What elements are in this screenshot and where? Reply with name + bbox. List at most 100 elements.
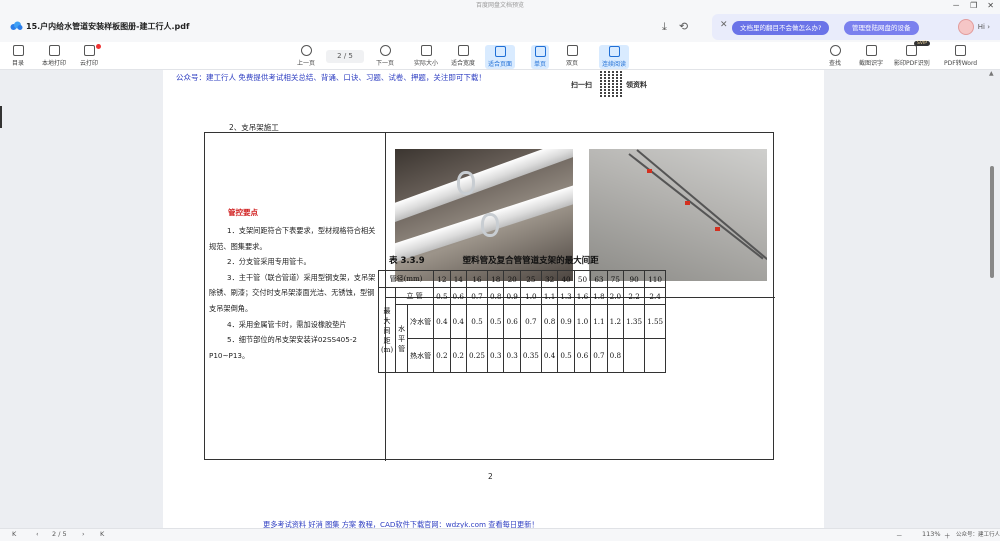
continuous-read-icon xyxy=(608,46,620,57)
file-bar: 15.户内给水管道安装样板图册-建工行人.pdf ⤓ ⟲ ✕ 文档里的翻目不会做… xyxy=(0,12,1000,42)
value-cell: 1.1 xyxy=(540,287,559,305)
next-page-small-button[interactable]: › xyxy=(82,530,85,538)
pdf-to-word-button[interactable]: PDF转Word xyxy=(944,45,977,67)
value-cell: 1.0 xyxy=(519,287,542,305)
fit-page-button[interactable]: 适合页面 xyxy=(485,45,516,69)
value-cell: 0.4 xyxy=(449,304,467,339)
horizontal-label-cell: 水平管 xyxy=(395,304,409,373)
value-cell: 0.4 xyxy=(540,338,559,373)
share-icon[interactable]: ⟲ xyxy=(679,20,688,34)
assistant-button[interactable]: Hi › xyxy=(957,19,990,35)
assistant-label: Hi › xyxy=(977,23,990,31)
clamp-shape xyxy=(481,213,499,237)
value-cell: 0.8 xyxy=(606,338,625,373)
fit-width-label: 适合宽度 xyxy=(451,60,476,67)
actual-size-label: 实际大小 xyxy=(414,60,439,67)
actual-size-button[interactable]: 实际大小 xyxy=(414,45,438,67)
page-indicator[interactable]: 2 / 5 xyxy=(326,50,364,63)
next-page-button[interactable]: 下一页 xyxy=(376,45,394,67)
red-band xyxy=(715,227,720,231)
local-print-button[interactable]: 本地打印 xyxy=(42,45,66,67)
local-print-label: 本地打印 xyxy=(42,60,67,67)
value-cell: 0.9 xyxy=(503,287,521,305)
toc-label: 目录 xyxy=(12,60,25,67)
cloud-print-label: 云打印 xyxy=(80,60,99,67)
ocr-button[interactable]: 截图识字 xyxy=(859,45,883,67)
status-page-indicator[interactable]: 2 / 5 xyxy=(52,530,67,538)
promo-pill-help[interactable]: 文档里的翻目不会做怎么办? xyxy=(732,21,830,35)
scroll-thumb[interactable] xyxy=(990,166,994,278)
value-cell: 0.2 xyxy=(449,338,467,373)
value-cell: 2.0 xyxy=(606,287,625,305)
diameter-cell: 40 xyxy=(557,270,575,288)
download-icon[interactable]: ⤓ xyxy=(662,20,667,34)
value-cell: 0.35 xyxy=(519,338,542,373)
left-rail xyxy=(0,70,10,528)
fit-page-icon xyxy=(494,46,506,57)
value-cell: 0.5 xyxy=(557,338,575,373)
value-cell: 1.35 xyxy=(623,304,646,339)
cloud-print-button[interactable]: 云打印 xyxy=(80,45,98,67)
printer-icon xyxy=(48,45,60,56)
fit-width-button[interactable]: 适合宽度 xyxy=(451,45,475,67)
value-cell: 0.7 xyxy=(519,304,542,339)
toolbar: 目录 本地打印 云打印 上一页 2 / 5 下一页 实际大小 适合宽度 适合页面… xyxy=(0,41,1000,70)
value-cell xyxy=(623,338,646,373)
svip-badge: SVIP xyxy=(914,41,930,46)
zoom-in-button[interactable]: ＋ xyxy=(944,530,951,540)
close-button[interactable]: ✕ xyxy=(987,0,994,12)
prev-page-button[interactable]: 上一页 xyxy=(297,45,315,67)
window-controls: － ❐ ✕ xyxy=(952,0,994,12)
double-page-label: 双页 xyxy=(566,60,579,67)
row-label-cell: 冷水管 xyxy=(407,304,435,339)
zoom-out-button[interactable]: － xyxy=(896,530,903,540)
pdf-scan-button[interactable]: 影印PDF识别 xyxy=(894,45,930,67)
file-title: 15.户内给水管道安装样板图册-建工行人.pdf xyxy=(26,22,190,31)
search-icon xyxy=(829,45,841,56)
diameter-cell: 75 xyxy=(606,270,625,288)
last-page-button[interactable]: K xyxy=(100,530,104,538)
double-page-button[interactable]: 双页 xyxy=(566,45,578,67)
toc-button[interactable]: 目录 xyxy=(12,45,24,67)
scroll-up-icon[interactable]: ▲ xyxy=(989,70,994,77)
value-cell: 0.6 xyxy=(573,338,592,373)
diameter-cell: 63 xyxy=(590,270,608,288)
search-button[interactable]: 查找 xyxy=(829,45,841,67)
header-cell: 管径(mm) xyxy=(377,270,435,288)
promo-close-icon[interactable]: ✕ xyxy=(720,20,728,30)
ceiling-hanger-photo xyxy=(589,149,767,281)
vertical-scrollbar[interactable]: ▲ xyxy=(988,70,996,528)
value-cell: 1.55 xyxy=(644,304,667,339)
value-cell: 0.7 xyxy=(465,287,489,305)
prev-label: 上一页 xyxy=(297,60,316,67)
minimize-button[interactable]: － xyxy=(952,0,960,12)
value-cell: 1.2 xyxy=(606,304,625,339)
watermark-text: 公众号：建工行人 xyxy=(956,532,1000,538)
toc-icon xyxy=(12,45,24,56)
single-page-button[interactable]: 单页 xyxy=(531,45,550,69)
file-actions: ⤓ ⟲ xyxy=(662,20,688,34)
continuous-read-button[interactable]: 连续阅读 xyxy=(599,45,630,69)
assistant-avatar xyxy=(957,19,974,35)
row-label-cell: 立 管 xyxy=(395,287,435,305)
promo-pill-devices[interactable]: 管理登陆网盘的设备 xyxy=(844,21,919,35)
maximize-button[interactable]: ❐ xyxy=(970,0,977,12)
value-cell: 2.2 xyxy=(623,287,646,305)
header-notice: 公众号：建工行人 免费提供考试相关总结、背诵、口诀、习题、试卷、押题，关注即可下… xyxy=(176,73,486,82)
first-page-button[interactable]: K xyxy=(12,530,16,538)
ocr-icon xyxy=(865,45,877,56)
table-caption-number: 表 3.3.9 xyxy=(389,256,425,266)
value-cell: 0.4 xyxy=(433,304,451,339)
diameter-cell: 12 xyxy=(433,270,451,288)
key-point-2: 2．分支管采用专用管卡。 xyxy=(227,257,311,267)
diameter-cell: 20 xyxy=(503,270,521,288)
value-cell: 0.3 xyxy=(503,338,521,373)
diameter-cell: 90 xyxy=(623,270,646,288)
red-band xyxy=(647,169,652,173)
value-cell: 0.9 xyxy=(557,304,575,339)
zoom-level: 113% xyxy=(922,530,941,538)
value-cell: 1.8 xyxy=(590,287,608,305)
value-cell: 0.5 xyxy=(465,304,489,339)
key-point-4: 4．采用金属管卡时，需加设橡胶垫片 xyxy=(227,319,347,329)
prev-page-small-button[interactable]: ‹ xyxy=(36,530,39,538)
